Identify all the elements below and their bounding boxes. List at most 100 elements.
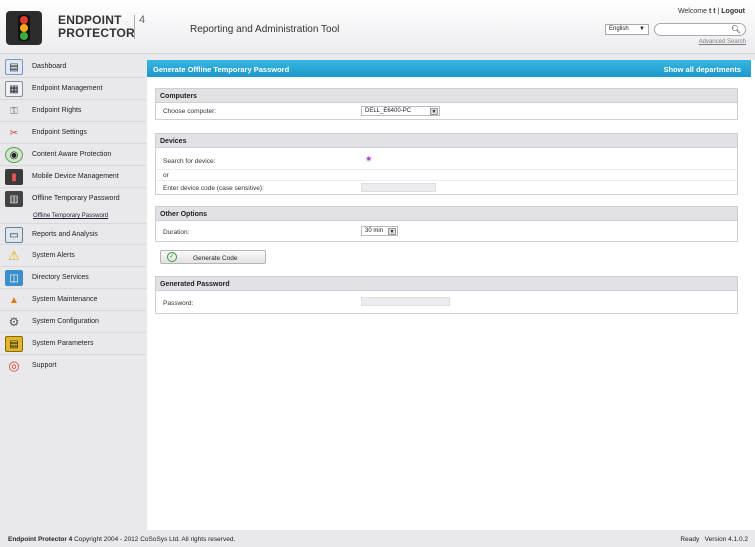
- page-title: Generate Offline Temporary Password: [153, 65, 290, 74]
- panel-header: Other Options: [156, 207, 737, 221]
- endpoint-settings-icon: ✂: [9, 127, 19, 139]
- user-name[interactable]: t t: [709, 8, 716, 15]
- search-input[interactable]: 🔍︎: [654, 23, 746, 36]
- welcome-text: Welcome: [677, 8, 707, 15]
- advanced-search-link[interactable]: Advanced Search: [699, 39, 746, 45]
- sidebar-item-label: System Parameters: [32, 340, 94, 347]
- panel-header: Generated Password: [156, 277, 737, 291]
- sidebar-item-label: System Alerts: [32, 252, 75, 259]
- form-row: or: [156, 170, 737, 181]
- reports-icon: ▭: [5, 227, 23, 243]
- duration-label: Duration:: [163, 229, 190, 236]
- duration-select[interactable]: 30 min ▼: [361, 226, 398, 236]
- mobile-device-icon: ▮: [5, 169, 23, 185]
- panel-header: Devices: [156, 134, 737, 148]
- status-text: Ready: [680, 536, 700, 543]
- sidebar-item-label: Mobile Device Management: [32, 173, 119, 180]
- welcome-separator: |: [717, 8, 720, 15]
- header: ENDPOINT PROTECTOR 4 Reporting and Admin…: [0, 0, 755, 54]
- app-title: Reporting and Administration Tool: [190, 24, 340, 35]
- page-titlebar: Generate Offline Temporary Password Show…: [147, 60, 751, 77]
- panel-header: Computers: [156, 89, 737, 103]
- sidebar-item-endpoint-settings[interactable]: ✂ Endpoint Settings: [0, 122, 146, 144]
- sidebar-item-label: Offline Temporary Password: [32, 195, 120, 202]
- logout-link[interactable]: Logout: [721, 8, 745, 15]
- other-options-panel: Other Options Duration: 30 min ▼: [155, 206, 738, 242]
- computer-select-value: DELL_E6400-PC: [365, 108, 412, 114]
- sidebar-item-system-configuration[interactable]: ⚙ System Configuration: [0, 311, 146, 333]
- welcome-bar: Welcome t t | Logout: [678, 8, 745, 15]
- choose-computer-label: Choose computer:: [163, 108, 217, 115]
- sidebar-item-endpoint-rights[interactable]: ⚿ Endpoint Rights: [0, 100, 146, 122]
- search-device-label: Search for device:: [163, 158, 216, 165]
- sidebar-item-system-alerts[interactable]: ⚠ System Alerts: [0, 245, 146, 267]
- sidebar-item-label: Reports and Analysis: [32, 231, 98, 238]
- sidebar-item-label: System Configuration: [32, 318, 99, 325]
- sidebar-item-content-aware[interactable]: ◉ Content Aware Protection: [0, 144, 146, 166]
- language-value: English: [609, 26, 629, 32]
- sidebar-item-label: Endpoint Rights: [32, 107, 82, 114]
- sidebar-item-label: Content Aware Protection: [32, 151, 112, 158]
- search-icon[interactable]: 🔍︎: [731, 25, 741, 34]
- devices-panel: Devices Search for device: ✷ or Enter de…: [155, 133, 738, 195]
- brand-name: ENDPOINT PROTECTOR: [58, 14, 135, 40]
- sidebar-item-offline-password[interactable]: ▥ Offline Temporary Password: [0, 188, 146, 210]
- chevron-down-icon: ▼: [639, 26, 645, 32]
- sidebar-item-support[interactable]: ◎ Support: [0, 355, 146, 377]
- footer-copyright: Copyright 2004 - 2012 CoSoSys Ltd. All r…: [74, 536, 236, 543]
- chevron-down-icon[interactable]: ▼: [388, 228, 396, 235]
- sidebar-item-reports[interactable]: ▭ Reports and Analysis: [0, 223, 146, 245]
- sidebar-item-system-maintenance[interactable]: ▲ System Maintenance: [0, 289, 146, 311]
- sidebar-item-mobile-device[interactable]: ▮ Mobile Device Management: [0, 166, 146, 188]
- support-icon: ◎: [8, 358, 20, 373]
- dashboard-icon: ▤: [5, 59, 23, 75]
- offline-password-icon: ▥: [5, 191, 23, 207]
- sidebar: ▤ Dashboard ▦ Endpoint Management ⚿ Endp…: [0, 56, 146, 377]
- form-row: Enter device code (case sensitive):: [156, 181, 737, 194]
- maintenance-icon: ▲: [9, 294, 19, 306]
- password-output[interactable]: [361, 297, 450, 306]
- alert-icon: ⚠: [8, 248, 20, 263]
- brand-line2: PROTECTOR: [58, 26, 135, 40]
- endpoint-management-icon: ▦: [5, 81, 23, 97]
- sidebar-item-label: Directory Services: [32, 274, 89, 281]
- sidebar-item-label: Dashboard: [32, 63, 67, 70]
- sidebar-item-label: System Maintenance: [32, 296, 98, 303]
- footer-status: Ready Version 4.1.0.2: [680, 536, 748, 543]
- sidebar-item-label: Endpoint Settings: [32, 129, 87, 136]
- sidebar-item-label: Endpoint Management: [32, 85, 103, 92]
- copyright: Endpoint Protector 4 Copyright 2004 - 20…: [8, 536, 235, 543]
- chevron-down-icon[interactable]: ▼: [430, 108, 438, 115]
- traffic-light-logo-icon: [6, 11, 42, 45]
- duration-select-value: 30 min: [365, 228, 384, 234]
- password-label: Password:: [163, 300, 194, 307]
- configuration-icon: ⚙: [8, 315, 20, 329]
- generate-code-label: Generate Code: [193, 255, 238, 262]
- device-code-input[interactable]: [361, 183, 436, 192]
- parameters-icon: ▤: [5, 336, 23, 352]
- sidebar-item-dashboard[interactable]: ▤ Dashboard: [0, 56, 146, 78]
- version-divider: [134, 15, 135, 39]
- directory-icon: ◫: [5, 270, 23, 286]
- check-icon: ✓: [167, 252, 177, 262]
- form-row: Choose computer: DELL_E6400-PC ▼: [156, 103, 737, 119]
- version-text: Version 4.1.0.2: [704, 536, 748, 543]
- magic-wand-icon[interactable]: ✷: [365, 154, 373, 165]
- sidebar-item-label: Support: [32, 362, 57, 369]
- computers-panel: Computers Choose computer: DELL_E6400-PC…: [155, 88, 738, 120]
- language-select[interactable]: English ▼: [605, 24, 649, 35]
- sidebar-item-system-parameters[interactable]: ▤ System Parameters: [0, 333, 146, 355]
- main-content: Generate Offline Temporary Password Show…: [147, 60, 755, 530]
- show-all-departments-link[interactable]: Show all departments: [663, 65, 741, 74]
- or-label: or: [163, 172, 169, 179]
- form-row: Duration: 30 min ▼: [156, 221, 737, 241]
- sidebar-item-directory-services[interactable]: ◫ Directory Services: [0, 267, 146, 289]
- generated-password-panel: Generated Password Password:: [155, 276, 738, 314]
- brand-version: 4: [139, 14, 146, 26]
- sidebar-item-endpoint-management[interactable]: ▦ Endpoint Management: [0, 78, 146, 100]
- footer-product: Endpoint Protector 4: [8, 536, 73, 543]
- sidebar-subitem-offline-password[interactable]: Offline Temporary Password: [0, 210, 146, 223]
- computer-select[interactable]: DELL_E6400-PC ▼: [361, 106, 440, 116]
- generate-code-button[interactable]: ✓ Generate Code: [160, 250, 266, 264]
- sidebar-subitem-label: Offline Temporary Password: [33, 213, 109, 219]
